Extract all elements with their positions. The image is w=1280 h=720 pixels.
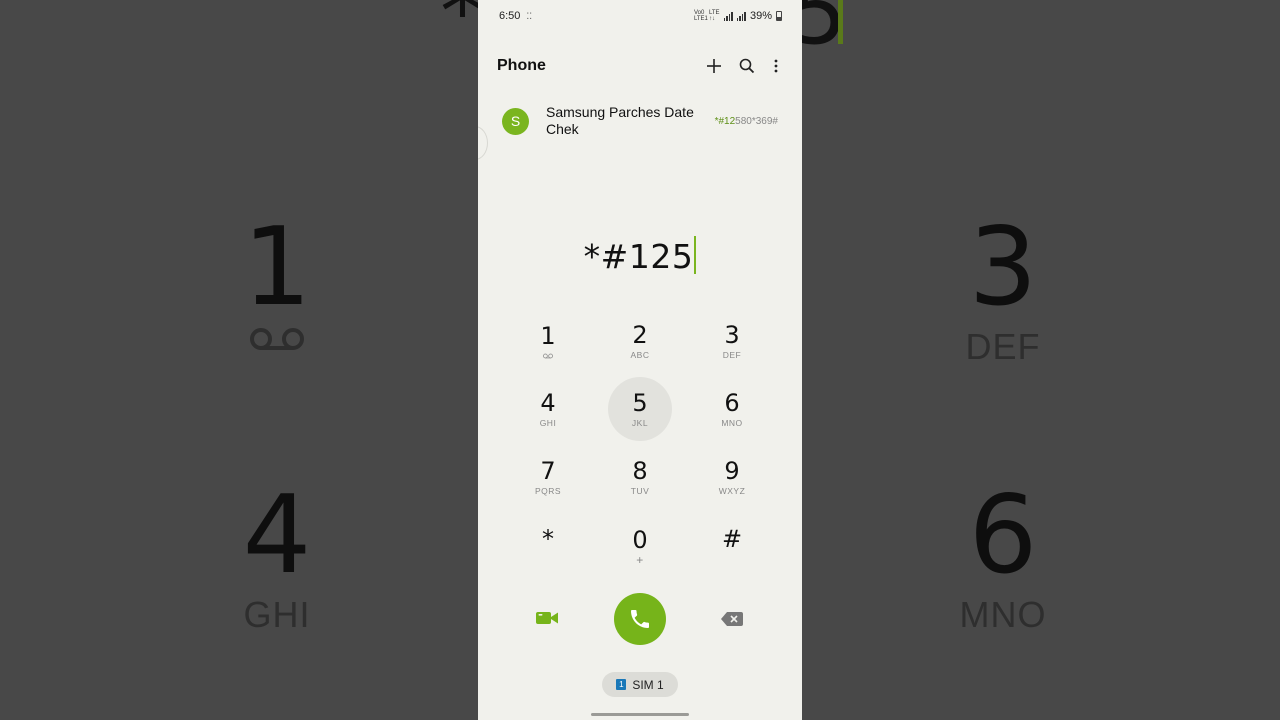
dialed-number: *#125 [583,237,694,276]
key-6[interactable]: 6 MNO [686,375,778,443]
key-digit: 3 [724,321,740,349]
key-digit: 5 [632,389,648,417]
key-0[interactable]: 0 + [594,511,686,579]
home-indicator[interactable] [591,713,689,716]
battery-icon [776,11,782,21]
more-vertical-icon [774,59,778,73]
phone-screen: 6:50 ⁚⁚ Vo0 LTE1 LTE ↑↓ 39% Phone S Sams… [478,0,802,720]
dialed-number-field[interactable]: *#125 [478,236,802,276]
key-letters: DEF [722,350,742,360]
call-button[interactable] [614,593,666,645]
key-letters: ABC [630,350,650,360]
key-letters: PQRS [534,486,562,496]
key-digit: 2 [632,321,648,349]
key-letters: + [636,553,644,567]
voicemail-icon [543,353,553,359]
contact-name: Samsung Parches Date Chek [546,104,694,137]
key-hash[interactable]: # [686,511,778,579]
key-2[interactable]: 2 ABC [594,307,686,375]
key-3[interactable]: 3 DEF [686,307,778,375]
sim-selector[interactable]: 1 SIM 1 [602,672,678,697]
key-8[interactable]: 8 TUV [594,443,686,511]
key-digit: 1 [540,322,556,350]
contact-suggestion[interactable]: S Samsung Parches Date Chek *#12580*369# [502,101,778,141]
avatar: S [502,107,529,135]
sim-badge: 1 [616,679,627,690]
app-bar: Phone [497,52,782,80]
key-digit: 9 [724,457,740,485]
sim-label: SIM 1 [632,677,664,692]
key-letters: JKL [631,418,649,428]
keypad: 1 2 ABC 3 DEF 4 GHI 5 JKL 6 MNO 7 PQRS 8 TUV 9 WXYZ * 0 + # [502,307,778,579]
key-7[interactable]: 7 PQRS [502,443,594,511]
key-letters: WXYZ [718,486,746,496]
volte-indicator: Vo0 LTE1 [693,10,708,22]
contact-number: *#12580*369# [715,116,778,127]
phone-icon [631,610,649,628]
battery-percent: 39% [749,10,772,22]
status-time: 6:50 [499,10,521,22]
key-digit: 0 [632,526,648,554]
number-match: *#12 [714,115,736,127]
backspace-icon [721,612,743,626]
signal-icon-2 [736,11,746,21]
background-caret [838,0,843,44]
text-caret [694,236,697,274]
plus-icon [707,59,721,73]
background-key-3: 3 DEF [965,205,1041,368]
search-button[interactable] [737,56,757,76]
backspace-button[interactable] [719,609,745,629]
key-5[interactable]: 5 JKL [594,375,686,443]
video-call-button[interactable] [534,607,560,629]
signal-icon-1 [723,11,733,21]
key-digit: * [542,525,554,553]
background-key-6: 6 MNO [959,473,1047,636]
edge-panel-handle[interactable] [478,126,488,160]
key-star[interactable]: * [502,511,594,579]
status-bar: 6:50 ⁚⁚ Vo0 LTE1 LTE ↑↓ 39% [499,9,782,23]
more-options-button[interactable] [770,56,782,76]
key-letters: GHI [539,418,557,428]
notification-icon: ⁚⁚ [526,10,533,21]
key-1[interactable]: 1 [502,307,594,375]
video-call-icon [536,612,558,624]
key-9[interactable]: 9 WXYZ [686,443,778,511]
key-digit: 4 [540,389,556,417]
key-letters: TUV [630,486,650,496]
background-key-1: 1 [236,214,318,357]
call-actions [478,593,802,645]
number-rest: 580*369# [735,115,778,127]
key-letters: MNO [721,418,743,428]
key-4[interactable]: 4 GHI [502,375,594,443]
key-digit: 8 [632,457,648,485]
key-digit: # [721,525,743,553]
search-icon [739,58,755,74]
background-key-4: 4 GHI [242,473,312,636]
add-contact-button[interactable] [704,56,724,76]
lte-indicator: LTE ↑↓ [708,10,720,22]
key-digit: 6 [724,389,740,417]
background-voicemail-icon [250,328,304,350]
page-title: Phone [497,57,546,74]
key-digit: 7 [540,457,556,485]
